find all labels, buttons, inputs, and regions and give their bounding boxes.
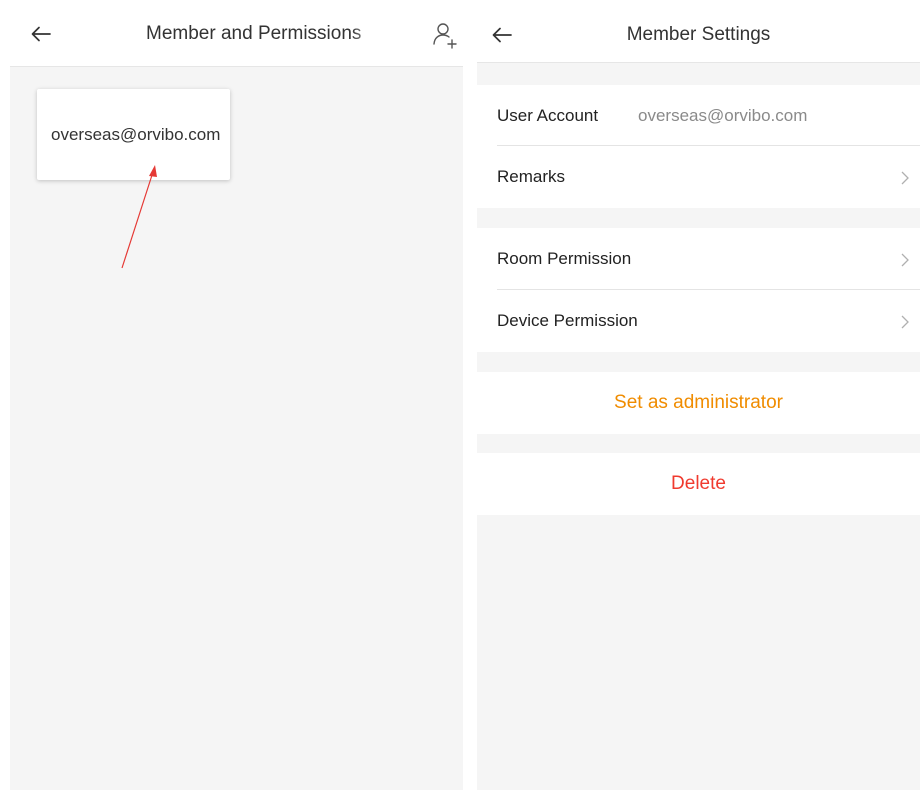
- member-settings-screen: Member Settings User Account overseas@or…: [477, 0, 920, 790]
- user-account-value: overseas@orvibo.com: [638, 106, 808, 125]
- remarks-row[interactable]: Remarks: [477, 146, 920, 208]
- remarks-label: Remarks: [497, 167, 566, 186]
- room-permission-row[interactable]: Room Permission: [477, 228, 920, 290]
- page-title: Member Settings: [626, 24, 771, 45]
- arrow-left-icon: [31, 26, 51, 42]
- user-account-label: User Account: [497, 106, 599, 125]
- back-button[interactable]: [28, 21, 54, 47]
- member-permissions-screen: Member and Permissions overseas@orvibo.c…: [10, 0, 463, 790]
- device-permission-label: Device Permission: [497, 311, 638, 330]
- top-bar: Member Settings: [477, 0, 920, 63]
- top-bar: Member and Permissions: [10, 0, 463, 67]
- add-person-icon: [433, 23, 457, 49]
- member-card[interactable]: overseas@orvibo.com: [37, 89, 230, 180]
- page-title: Member and Permissions: [146, 23, 362, 44]
- user-account-row: User Account overseas@orvibo.com: [477, 85, 920, 147]
- member-account-label: overseas@orvibo.com: [51, 125, 221, 144]
- chevron-right-icon: [901, 253, 909, 267]
- room-permission-label: Room Permission: [497, 249, 632, 268]
- delete-button[interactable]: Delete: [477, 453, 920, 515]
- chevron-right-icon: [901, 171, 909, 185]
- add-member-button[interactable]: [430, 20, 460, 50]
- chevron-right-icon: [901, 315, 909, 329]
- set-administrator-button[interactable]: Set as administrator: [477, 372, 920, 434]
- device-permission-row[interactable]: Device Permission: [477, 290, 920, 352]
